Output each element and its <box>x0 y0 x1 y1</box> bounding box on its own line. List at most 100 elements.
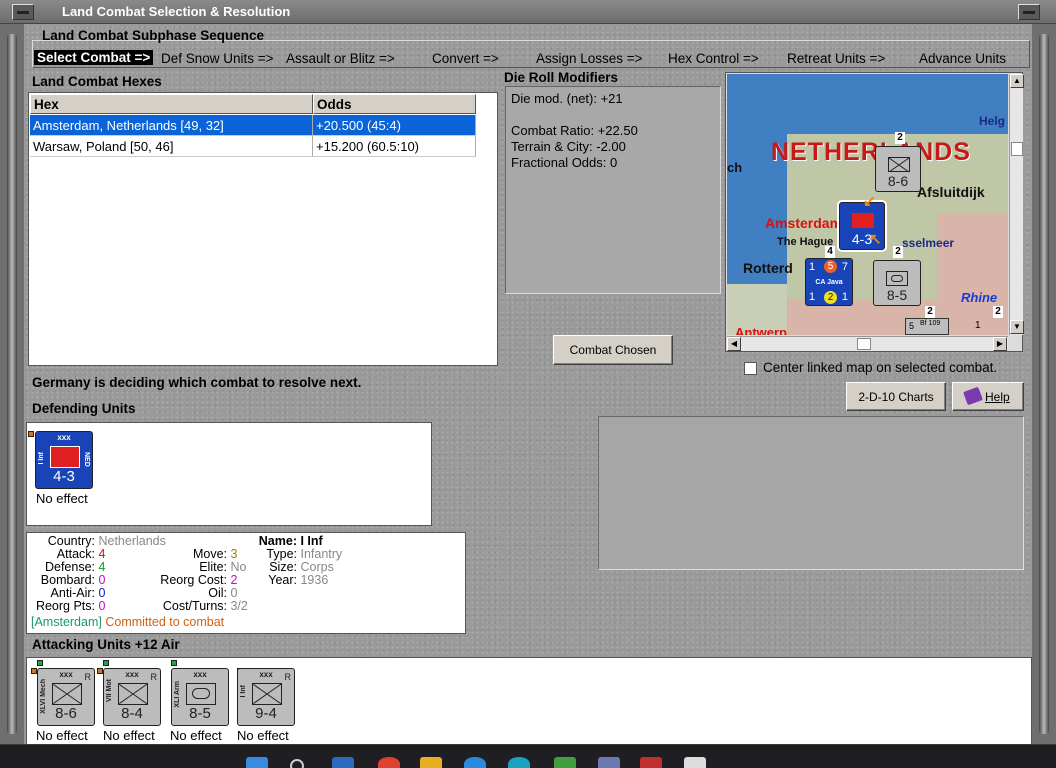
map-view[interactable]: NETHERLANDS ch Helg Afsluitdijk Amsterda… <box>727 74 1008 335</box>
status-led <box>37 660 43 666</box>
chrome-icon[interactable] <box>378 757 400 768</box>
attacking-unit-result: No effect <box>103 728 155 743</box>
map-german-mech-counter[interactable]: 8-6 <box>875 146 921 192</box>
scroll-right-arrow-icon[interactable]: ▶ <box>993 337 1007 351</box>
scroll-down-arrow-icon[interactable]: ▼ <box>1010 320 1024 334</box>
help-button[interactable]: Help <box>952 382 1024 411</box>
map-air-unit[interactable]: 5 Bf 109 <box>905 318 949 335</box>
attacking-unit-result: No effect <box>237 728 289 743</box>
start-icon[interactable] <box>246 757 268 768</box>
subphase-sequence-title: Land Combat Subphase Sequence <box>42 28 265 43</box>
game-icon[interactable] <box>640 757 662 768</box>
attacking-units-box: xxx R XLVI Mech 8-6 No effect xxx R VII … <box>26 657 1032 745</box>
afsluitdijk-label: Afsluitdijk <box>917 184 985 200</box>
stack-count: 2 <box>993 306 1003 318</box>
minimize-button[interactable] <box>1018 4 1040 20</box>
seq-step-convert: Convert => <box>432 51 499 66</box>
defending-units-box: xxx I Inf NED 4-3 No effect <box>26 422 432 526</box>
right-frame <box>1032 24 1056 744</box>
status-led <box>171 660 177 666</box>
attacking-unit-counter[interactable]: xxx R I Inf 9-4 <box>237 668 295 726</box>
scroll-up-arrow-icon[interactable]: ▲ <box>1010 74 1024 88</box>
seq-step-hex-control: Hex Control => <box>668 51 759 66</box>
odds-cell: +20.500 (45:4) <box>313 115 476 136</box>
committed-text: Committed to combat <box>105 615 225 629</box>
notepad-icon[interactable] <box>684 757 706 768</box>
edge-icon[interactable] <box>508 757 530 768</box>
stack-count: 2 <box>895 132 905 144</box>
attacking-unit-result: No effect <box>170 728 222 743</box>
window-menu-button[interactable] <box>12 4 34 20</box>
hex-cell: Warsaw, Poland [50, 46] <box>30 136 313 157</box>
center-map-checkbox[interactable] <box>744 362 757 375</box>
die-roll-modifiers-title: Die Roll Modifiers <box>504 70 619 85</box>
die-mod-net: Die mod. (net): +21 <box>511 91 623 106</box>
committed-line: [Amsterdam] Committed to combat <box>31 616 224 629</box>
committed-hex: [Amsterdam] <box>31 615 102 629</box>
rotterdam-label: Rotterd <box>743 260 793 276</box>
map-horizontal-scrollbar[interactable]: ◀ ▶ <box>727 336 1008 351</box>
attacking-unit-counter[interactable]: xxx XLI Arm 8-5 <box>171 668 229 726</box>
vertical-scroll-thumb[interactable] <box>1011 142 1023 156</box>
stack-count: 4 <box>825 246 835 258</box>
window-title: Land Combat Selection & Resolution <box>62 4 291 19</box>
status-message: Germany is deciding which combat to reso… <box>32 375 362 390</box>
odds-column-header[interactable]: Odds <box>313 94 476 114</box>
window-titlebar: Land Combat Selection & Resolution <box>0 0 1056 24</box>
info-col-3: Name: I Inf Type: Infantry Size: Corps Y… <box>258 534 343 587</box>
defending-units-title: Defending Units <box>32 401 136 416</box>
hex-cell: Amsterdam, Netherlands [49, 32] <box>30 115 313 136</box>
seq-step-def-snow: Def Snow Units => <box>161 51 274 66</box>
antwerp-label: Antwerp <box>735 325 787 335</box>
calculator-icon[interactable] <box>598 757 620 768</box>
map-ned-cruiser-counter[interactable]: 1 7 5 CA Java 1 2 1 <box>805 258 853 306</box>
hex-row-warsaw[interactable]: Warsaw, Poland [50, 46] +15.200 (60.5:10… <box>30 136 476 157</box>
app-icon[interactable] <box>554 757 576 768</box>
file-explorer-icon[interactable] <box>420 757 442 768</box>
defending-unit-counter[interactable]: xxx I Inf NED 4-3 <box>35 431 93 489</box>
ch-label: ch <box>727 160 743 175</box>
attacking-unit-counter[interactable]: xxx R VII Mot 8-4 <box>103 668 161 726</box>
search-icon[interactable] <box>290 759 304 768</box>
center-map-label: Center linked map on selected combat. <box>763 360 998 375</box>
scroll-left-arrow-icon[interactable]: ◀ <box>727 337 741 351</box>
combat-chosen-button[interactable]: Combat Chosen <box>553 335 673 365</box>
charts-button[interactable]: 2-D-10 Charts <box>846 382 946 411</box>
stack-count: 2 <box>925 306 935 318</box>
status-led <box>103 660 109 666</box>
die-mod-spacer <box>511 107 715 123</box>
map-vertical-scrollbar[interactable]: ▲ ▼ <box>1009 74 1024 335</box>
attacking-unit-result: No effect <box>36 728 88 743</box>
help-app-icon[interactable] <box>464 757 486 768</box>
combat-results-panel <box>598 416 1024 570</box>
combat-ratio: Combat Ratio: +22.50 <box>511 123 638 138</box>
netherlands-label: NETHERLANDS <box>771 138 971 166</box>
left-frame <box>0 24 24 744</box>
linked-map: NETHERLANDS ch Helg Afsluitdijk Amsterda… <box>725 72 1024 352</box>
hex-row-amsterdam[interactable]: Amsterdam, Netherlands [49, 32] +20.500 … <box>30 115 476 136</box>
attacking-units-title: Attacking Units +12 Air <box>32 637 180 652</box>
seq-step-select-combat: Select Combat => <box>34 50 154 65</box>
attacking-unit-counter[interactable]: xxx R XLVI Mech 8-6 <box>37 668 95 726</box>
os-taskbar <box>0 744 1056 768</box>
stack-count: 2 <box>893 246 903 258</box>
ijsselmeer-label: sselmeer <box>902 236 955 250</box>
seq-step-assault-blitz: Assault or Blitz => <box>286 51 395 66</box>
hexes-table: Hex Odds Amsterdam, Netherlands [49, 32]… <box>28 92 498 366</box>
map-german-armor-counter[interactable]: 8-5 <box>873 260 921 306</box>
help-book-icon <box>963 386 983 406</box>
helgoland-label: Helg <box>979 114 1006 128</box>
status-led <box>28 431 34 437</box>
armor-symbol-icon <box>192 688 210 699</box>
terrain-city: Terrain & City: -2.00 <box>511 139 626 154</box>
fractional-odds: Fractional Odds: 0 <box>511 155 618 170</box>
unit-info-box: Country: Netherlands Attack: 4 Defense: … <box>26 532 466 634</box>
attack-arrow-icon: ↖ <box>869 231 882 248</box>
defending-unit-result: No effect <box>36 491 88 506</box>
rhine-label: Rhine <box>961 290 998 305</box>
help-label: Help <box>985 389 1010 404</box>
task-view-icon[interactable] <box>332 757 354 768</box>
hex-column-header[interactable]: Hex <box>30 94 313 114</box>
horizontal-scroll-thumb[interactable] <box>857 338 871 350</box>
die-roll-modifiers-box: Die mod. (net): +21 Combat Ratio: +22.50… <box>505 86 721 294</box>
